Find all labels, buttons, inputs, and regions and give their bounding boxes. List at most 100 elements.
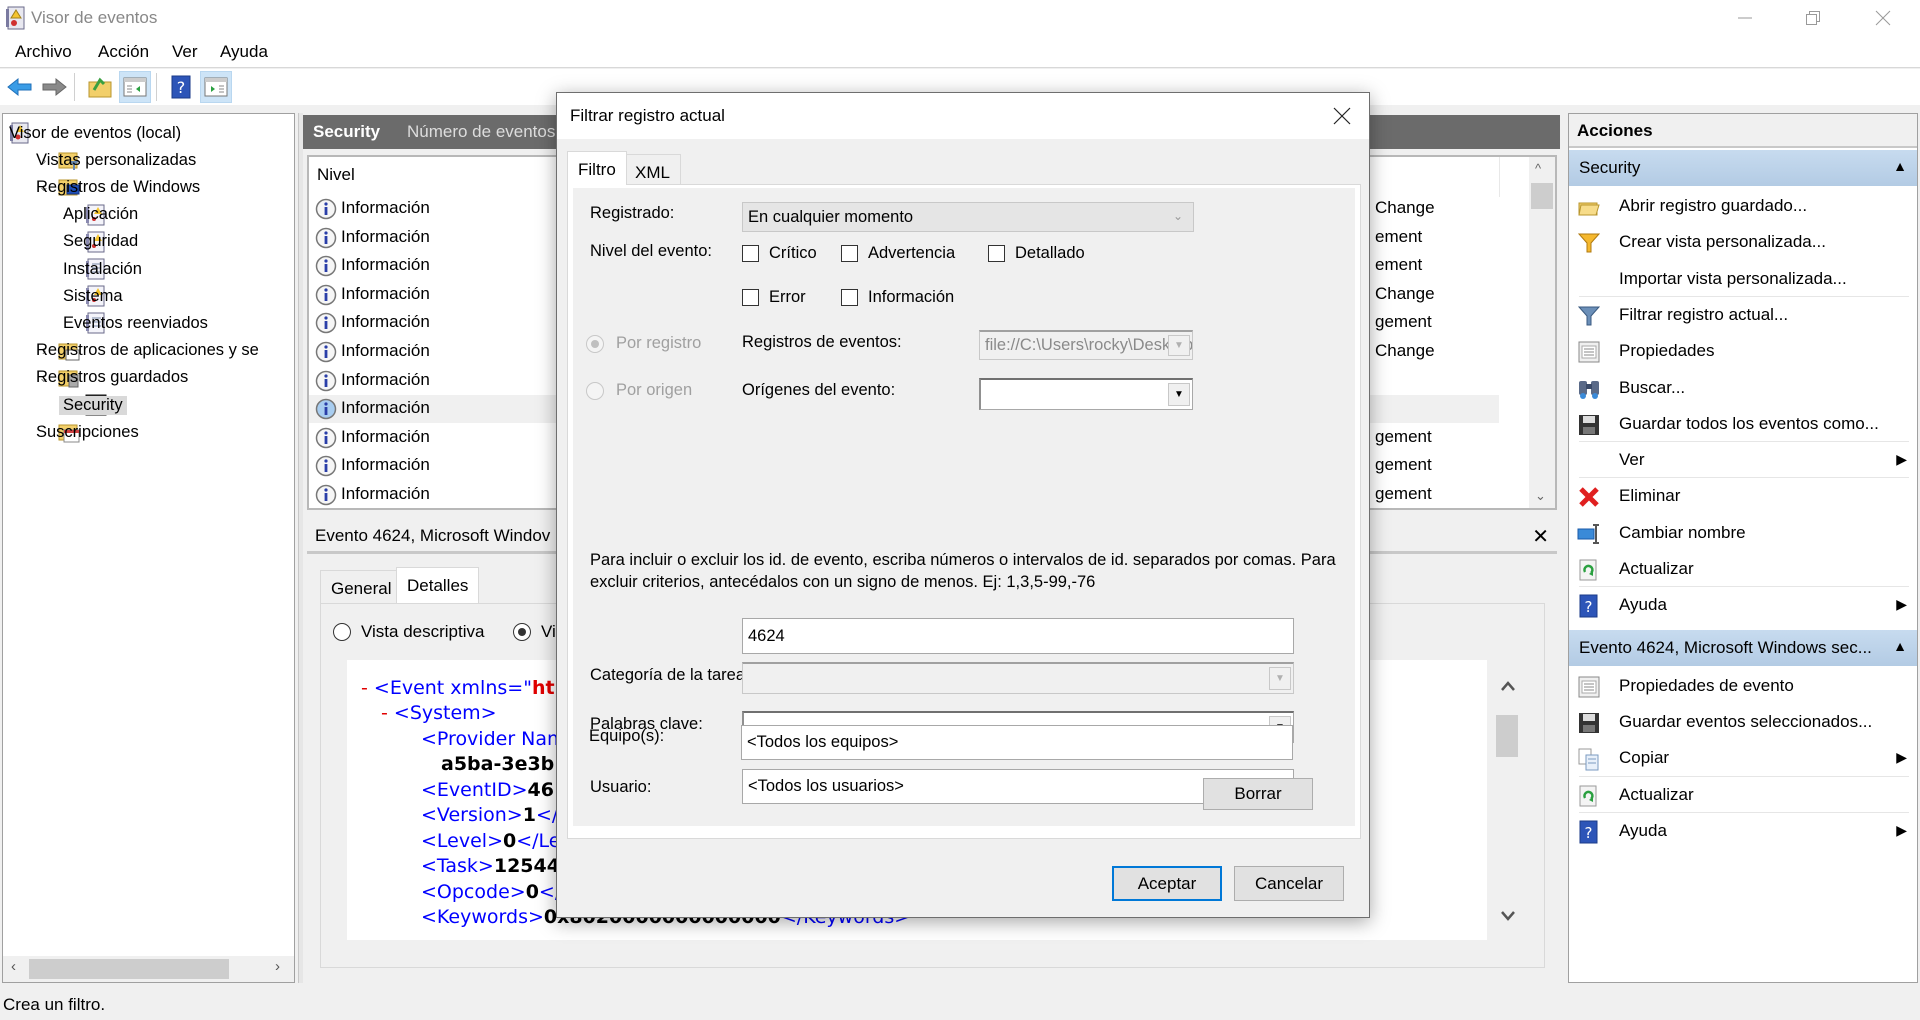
level-error-checkbox[interactable]: Error xyxy=(742,288,806,307)
event-logs-select[interactable]: file://C:\Users\rocky\Desktop\HackTheBoo… xyxy=(979,330,1193,360)
friendly-view-radio[interactable]: Vista descriptiva xyxy=(333,622,484,642)
event-task-category: ement xyxy=(1375,255,1423,275)
tab-general[interactable]: General xyxy=(320,570,403,606)
event-count: Número de eventos xyxy=(407,122,556,141)
event-level: Información xyxy=(341,198,430,217)
action-item[interactable]: Propiedades xyxy=(1569,333,1917,369)
scroll-up-icon[interactable]: ^ xyxy=(1535,161,1541,176)
tree-item[interactable]: Security xyxy=(59,392,127,418)
action-item[interactable]: Importar vista personalizada... xyxy=(1569,261,1917,297)
help-button[interactable]: ? xyxy=(165,71,197,103)
back-button[interactable] xyxy=(4,71,36,103)
action-item[interactable]: ? Ayuda ▶ xyxy=(1569,587,1917,623)
action-item[interactable]: Eliminar xyxy=(1569,478,1917,514)
chevron-down-icon: ⌄ xyxy=(1172,209,1183,223)
action-item[interactable]: Guardar eventos seleccionados... xyxy=(1569,704,1917,740)
collapse-up-icon[interactable]: ▲ xyxy=(1893,638,1907,654)
tree-item[interactable]: ⌄ Registros guardados xyxy=(36,365,188,391)
tab-detalles[interactable]: Detalles xyxy=(396,567,480,603)
restore-button[interactable] xyxy=(1778,0,1848,36)
level-info-checkbox[interactable]: Información xyxy=(841,288,954,307)
window-title: Visor de eventos xyxy=(31,8,158,27)
action-item[interactable]: Filtrar registro actual... xyxy=(1569,297,1917,333)
level-verbose-checkbox[interactable]: Detallado xyxy=(988,244,1085,263)
actions-group-header[interactable]: Security ▲ xyxy=(1569,150,1917,186)
action-item[interactable]: Actualizar xyxy=(1569,777,1917,813)
scroll-thumb[interactable] xyxy=(1496,715,1518,757)
menu-accion[interactable]: Acción xyxy=(98,42,149,62)
dropdown-arrow-icon[interactable]: ▼ xyxy=(1168,335,1190,356)
action-item[interactable]: ? Ayuda ▶ xyxy=(1569,813,1917,849)
action-item[interactable]: Actualizar xyxy=(1569,551,1917,587)
action-item[interactable]: Ver ▶ xyxy=(1569,442,1917,478)
actions-pane: Acciones Security ▲ Abrir registro guardad… xyxy=(1568,113,1918,983)
scroll-thumb[interactable] xyxy=(29,959,229,979)
tree-horizontal-scrollbar[interactable]: ‹ › xyxy=(3,956,294,982)
tree-item[interactable]: Suscripciones xyxy=(36,419,139,445)
column-header-level[interactable]: Nivel xyxy=(317,165,355,185)
action-item[interactable]: Copiar ▶ xyxy=(1569,740,1917,776)
submenu-arrow-icon: ▶ xyxy=(1896,821,1907,838)
show-tree-button[interactable] xyxy=(119,71,151,103)
tree-item[interactable]: Instalación xyxy=(63,256,142,282)
logged-select[interactable]: En cualquier momento ⌄ xyxy=(742,202,1194,232)
tree-item[interactable]: Sistema xyxy=(63,283,123,309)
tab-xml[interactable]: XML xyxy=(624,154,681,185)
tree-item[interactable]: Seguridad xyxy=(63,229,138,255)
event-list-scrollbar[interactable]: ^ ⌄ xyxy=(1529,157,1555,508)
info-icon xyxy=(315,398,337,420)
action-item[interactable]: Guardar todos los eventos como... xyxy=(1569,406,1917,442)
tree-item[interactable]: Eventos reenviados xyxy=(63,310,208,336)
task-category-select[interactable]: ▼ xyxy=(742,662,1294,694)
tree-item[interactable]: Visor de eventos (local) xyxy=(9,120,181,146)
dropdown-arrow-icon[interactable]: ▼ xyxy=(1168,383,1190,406)
level-warning-checkbox[interactable]: Advertencia xyxy=(841,244,955,263)
tree-item[interactable]: Aplicación xyxy=(63,202,138,228)
scroll-down-icon[interactable] xyxy=(1500,910,1516,922)
collapse-toggle[interactable]: - xyxy=(361,677,368,699)
up-folder-button[interactable] xyxy=(84,71,116,103)
scroll-up-icon[interactable] xyxy=(1500,680,1516,692)
pane-splitter[interactable] xyxy=(298,113,303,983)
action-item[interactable]: Buscar... xyxy=(1569,370,1917,406)
minimize-button[interactable] xyxy=(1710,0,1780,36)
by-log-radio[interactable]: Por registro xyxy=(586,334,701,353)
forward-button[interactable] xyxy=(38,71,70,103)
event-ids-input[interactable]: 4624 xyxy=(742,618,1294,654)
by-source-radio[interactable]: Por origen xyxy=(586,381,692,400)
tree-item[interactable]: › Vistas personalizadas xyxy=(36,147,196,173)
menu-ayuda[interactable]: Ayuda xyxy=(220,42,268,62)
scroll-right-icon[interactable]: › xyxy=(275,958,280,975)
show-actions-button[interactable] xyxy=(200,71,232,103)
computer-input[interactable]: <Todos los equipos> xyxy=(741,725,1293,760)
xml-scrollbar[interactable] xyxy=(1496,660,1520,940)
tab-filtro[interactable]: Filtro xyxy=(567,151,627,185)
menu-ver[interactable]: Ver xyxy=(172,42,198,62)
dialog-close-button[interactable] xyxy=(1327,101,1357,131)
tree-item[interactable]: ⌄ Registros de Windows xyxy=(36,174,200,200)
cancel-button[interactable]: Cancelar xyxy=(1234,866,1344,901)
collapse-toggle[interactable]: - xyxy=(381,702,388,724)
close-button[interactable] xyxy=(1848,0,1918,36)
action-item[interactable]: Cambiar nombre xyxy=(1569,515,1917,551)
menu-archivo[interactable]: Archivo xyxy=(15,42,72,62)
actions-group-header[interactable]: Evento 4624, Microsoft Windows sec... ▲ xyxy=(1569,629,1917,666)
level-critical-checkbox[interactable]: Crítico xyxy=(742,244,817,263)
event-sources-select[interactable]: ▼ xyxy=(979,378,1193,410)
action-item[interactable]: Abrir registro guardado... xyxy=(1569,188,1917,224)
event-level: Información xyxy=(341,369,430,389)
scroll-thumb[interactable] xyxy=(1531,183,1553,209)
dropdown-arrow-icon[interactable]: ▼ xyxy=(1269,667,1291,690)
ok-button[interactable]: Aceptar xyxy=(1112,866,1222,901)
xml-view-radio[interactable]: Vi xyxy=(513,622,556,642)
scroll-left-icon[interactable]: ‹ xyxy=(11,958,16,975)
action-label: Importar vista personalizada... xyxy=(1619,268,1847,288)
collapse-up-icon[interactable]: ▲ xyxy=(1893,158,1907,174)
tree-item[interactable]: › Registros de aplicaciones y se xyxy=(36,338,259,364)
action-item[interactable]: Propiedades de evento xyxy=(1569,668,1917,704)
close-detail-icon[interactable]: ✕ xyxy=(1532,524,1549,549)
clear-button[interactable]: Borrar xyxy=(1203,778,1313,810)
scroll-down-icon[interactable]: ⌄ xyxy=(1535,488,1546,504)
action-item[interactable]: Crear vista personalizada... xyxy=(1569,224,1917,260)
submenu-arrow-icon: ▶ xyxy=(1896,451,1907,468)
